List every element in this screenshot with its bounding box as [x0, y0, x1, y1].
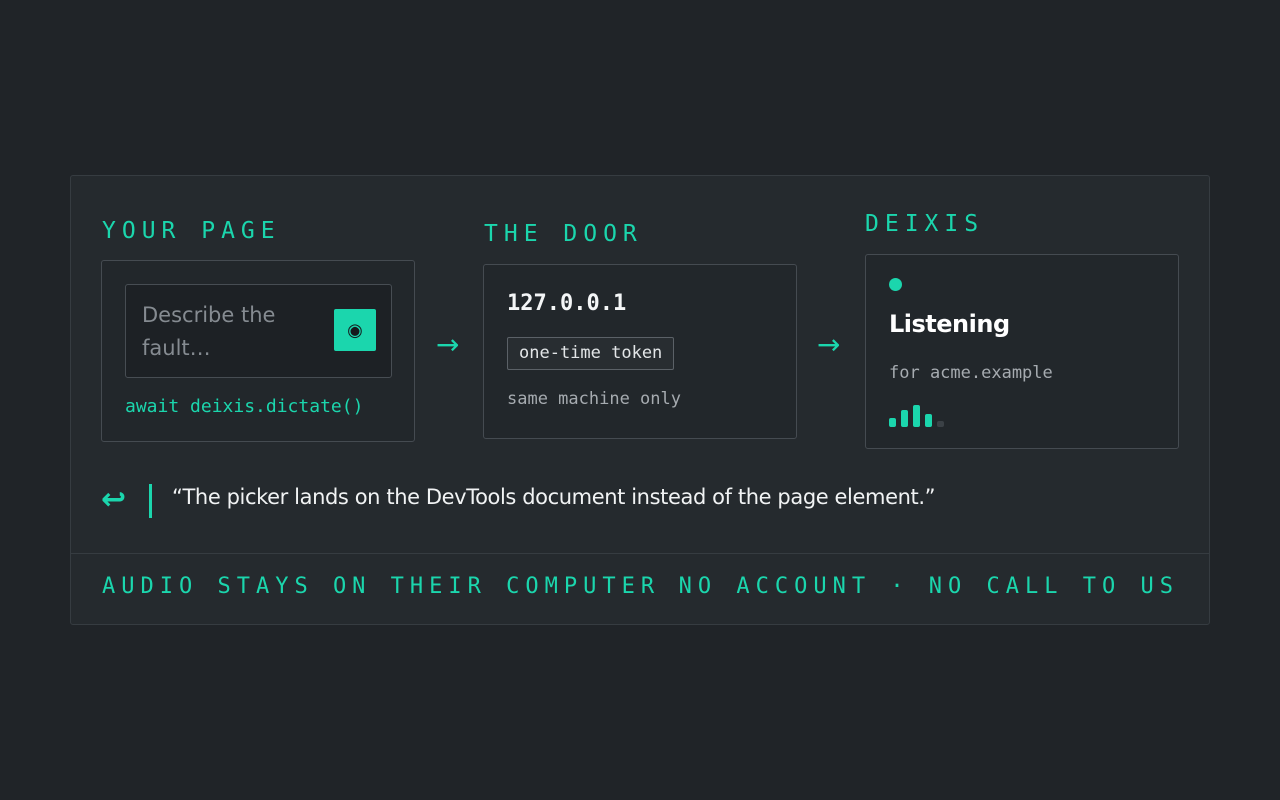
- listening-status: Listening: [889, 310, 1010, 338]
- record-button[interactable]: ◉: [334, 309, 376, 351]
- quote-text: “The picker lands on the DevTools docume…: [172, 485, 936, 509]
- your-page-label: YOUR PAGE: [102, 218, 281, 244]
- fault-input[interactable]: Describe the fault… ◉: [125, 284, 392, 378]
- token-badge: one-time token: [507, 337, 675, 370]
- arrow-right-icon: →: [436, 328, 460, 361]
- host-label: for acme.example: [889, 363, 1053, 383]
- level-bar: [889, 418, 896, 427]
- level-bar: [913, 405, 920, 427]
- audio-level-icon: [889, 395, 949, 427]
- level-bar: [925, 414, 932, 427]
- level-bar: [901, 410, 908, 427]
- divider: [71, 553, 1209, 554]
- your-page-card: Describe the fault… ◉ await deixis.dicta…: [101, 260, 415, 442]
- door-card: 127.0.0.1 one-time token same machine on…: [483, 264, 797, 439]
- deixis-card: Listening for acme.example: [865, 254, 1179, 449]
- record-icon: ◉: [347, 319, 363, 341]
- flow-panel: YOUR PAGE Describe the fault… ◉ await de…: [70, 175, 1210, 625]
- door-label: THE DOOR: [484, 221, 643, 247]
- door-note: same machine only: [507, 389, 681, 409]
- fault-input-placeholder: Describe the fault…: [142, 303, 276, 360]
- footer-left: AUDIO STAYS ON THEIR COMPUTER: [102, 574, 661, 599]
- level-bar: [937, 421, 944, 427]
- footer-right: NO ACCOUNT · NO CALL TO US: [678, 574, 1179, 599]
- reply-icon: ↩: [101, 482, 127, 517]
- door-address: 127.0.0.1: [507, 291, 627, 316]
- arrow-right-icon: →: [817, 328, 841, 361]
- status-dot-icon: [889, 278, 902, 291]
- deixis-label: DEIXIS: [865, 211, 985, 237]
- quote-rule: [149, 484, 152, 518]
- dictate-code: await deixis.dictate(): [125, 396, 364, 417]
